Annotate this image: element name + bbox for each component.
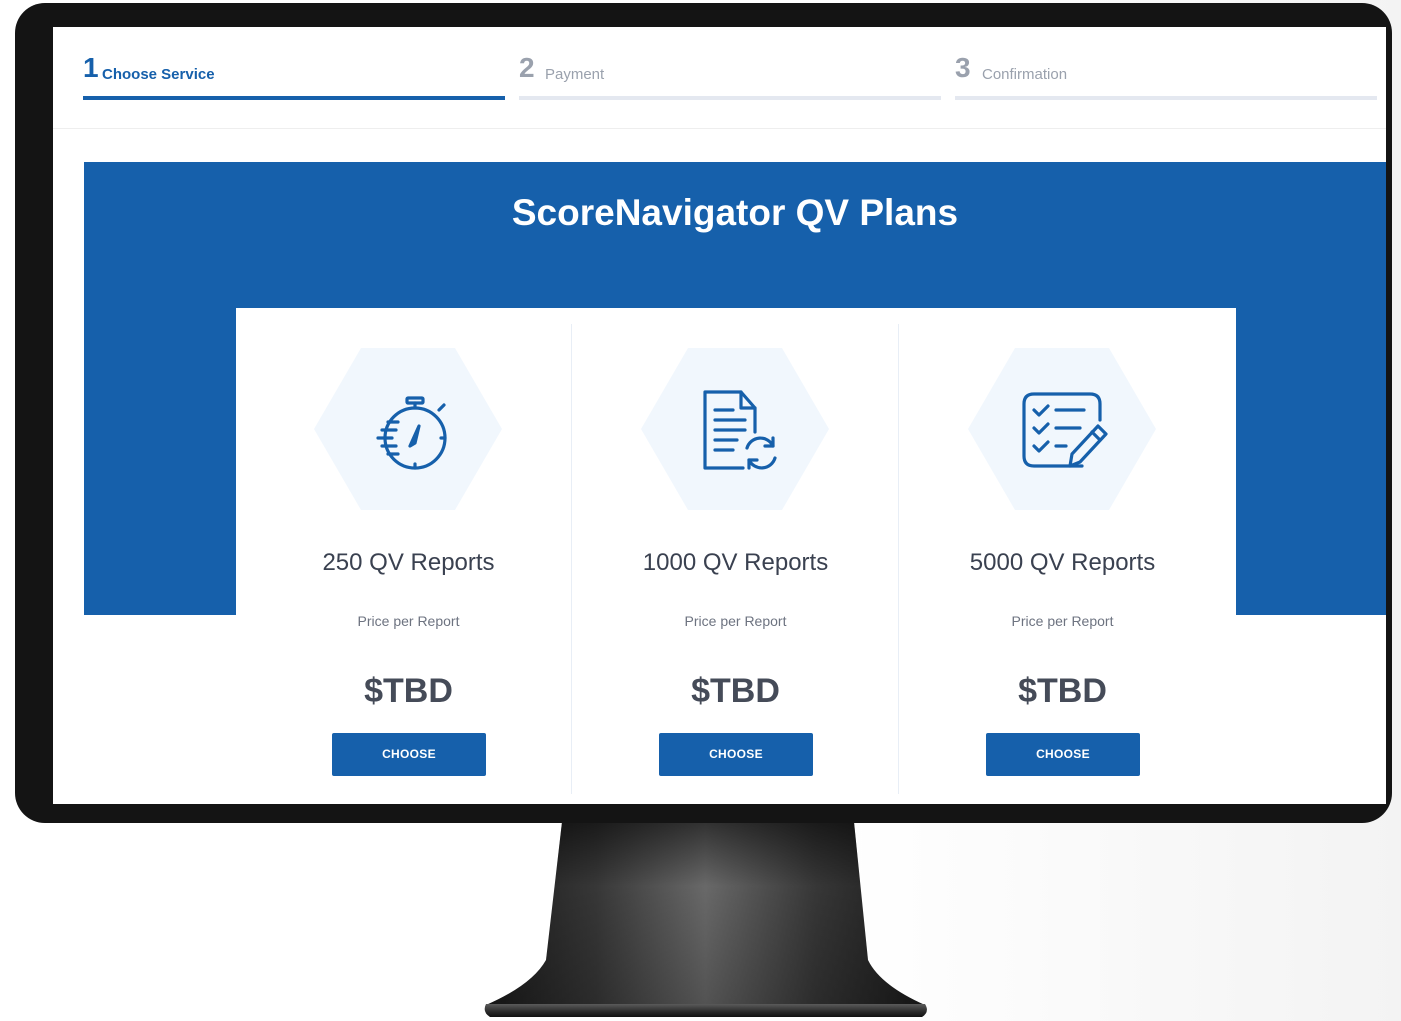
- plan-price: $TBD: [691, 672, 780, 710]
- step-label: Payment: [545, 66, 605, 83]
- choose-button[interactable]: CHOOSE: [659, 733, 813, 776]
- step-number: 3: [955, 52, 971, 83]
- choose-button[interactable]: CHOOSE: [332, 733, 486, 776]
- plan-price: $TBD: [1018, 672, 1107, 710]
- stopwatch-icon: [376, 396, 447, 470]
- step-number: 2: [519, 52, 535, 83]
- step-progress-bar: [519, 96, 941, 100]
- plan-subtitle: Price per Report: [1011, 613, 1114, 629]
- plan-title: 1000 QV Reports: [642, 549, 829, 576]
- plan-subtitle: Price per Report: [357, 613, 460, 629]
- plan-cards: 250 QV Reports Price per Report $TBD CHO…: [236, 308, 1236, 804]
- document-refresh-icon: [703, 390, 777, 470]
- step-label: Confirmation: [982, 66, 1068, 83]
- step-choose-service[interactable]: 1 Choose Service: [83, 49, 505, 103]
- checklist-edit-icon: [1022, 392, 1108, 468]
- step-label: Choose Service: [102, 66, 215, 83]
- step-number: 1: [83, 52, 99, 83]
- page-title: ScoreNavigator QV Plans: [511, 192, 959, 233]
- step-confirmation[interactable]: 3 Confirmation: [955, 49, 1377, 103]
- plan-card: 5000 QV Reports Price per Report $TBD CH…: [890, 308, 1217, 804]
- monitor-bezel: 1 Choose Service 2 Payment 3 Confirmatio…: [15, 3, 1392, 823]
- plan-card: 1000 QV Reports Price per Report $TBD CH…: [563, 308, 890, 804]
- step-progress-bar: [83, 96, 505, 100]
- plan-title: 5000 QV Reports: [969, 549, 1156, 576]
- plan-title: 250 QV Reports: [322, 549, 495, 576]
- plan-price: $TBD: [364, 672, 453, 710]
- screen: 1 Choose Service 2 Payment 3 Confirmatio…: [53, 27, 1386, 804]
- checkout-stepper: 1 Choose Service 2 Payment 3 Confirmatio…: [83, 49, 1377, 129]
- step-progress-bar: [955, 96, 1377, 100]
- plan-subtitle: Price per Report: [684, 613, 787, 629]
- stepper-divider: [53, 128, 1386, 129]
- step-payment[interactable]: 2 Payment: [519, 49, 941, 103]
- choose-button[interactable]: CHOOSE: [986, 733, 1140, 776]
- plan-card: 250 QV Reports Price per Report $TBD CHO…: [236, 308, 563, 804]
